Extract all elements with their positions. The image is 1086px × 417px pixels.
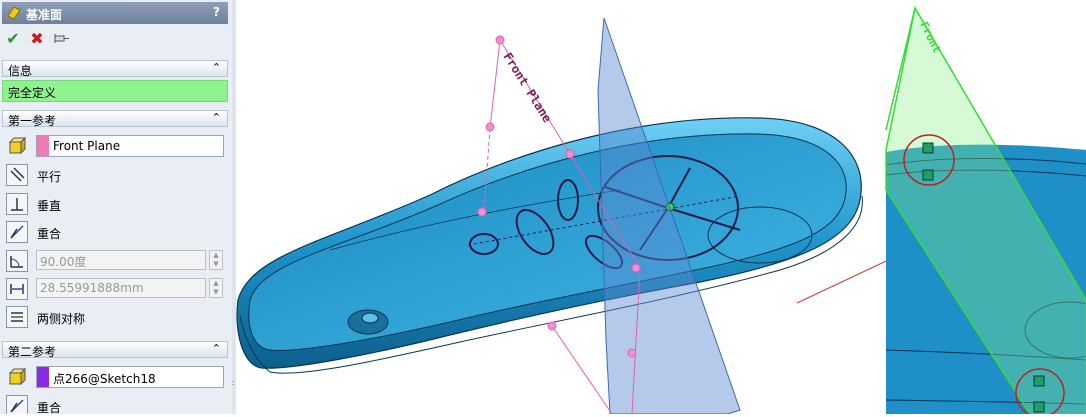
- coincident-icon[interactable]: [6, 395, 28, 414]
- info-section-header[interactable]: 信息 ⌃: [2, 60, 228, 78]
- pushpin-icon[interactable]: [52, 30, 70, 48]
- distance-icon[interactable]: [6, 278, 28, 300]
- first-ref-color-swatch: [37, 136, 49, 156]
- collapse-icon[interactable]: ⌃: [212, 111, 221, 124]
- second-ref-value: 点266@Sketch18: [53, 372, 156, 386]
- collapse-icon[interactable]: ⌃: [212, 61, 221, 74]
- first-ref-value: Front Plane: [53, 139, 121, 153]
- status-message-text: 完全定义: [8, 86, 57, 100]
- distance-spinner[interactable]: ▲ ▼: [209, 278, 223, 298]
- second-ref-header-label: 第二参考: [8, 345, 57, 359]
- face-selection-icon: [6, 366, 28, 388]
- second-ref-section-header[interactable]: 第二参考 ⌃: [2, 341, 228, 359]
- svg-text::: :: [232, 378, 235, 387]
- perpendicular-icon[interactable]: [6, 193, 28, 215]
- angle-icon[interactable]: [6, 250, 28, 272]
- face-selection-icon: [6, 135, 28, 157]
- front-plane-label: Front Plane: [500, 50, 554, 125]
- coincident-label: 重合: [37, 227, 62, 241]
- coincident-icon[interactable]: [6, 221, 28, 243]
- angle-input[interactable]: 90.00度: [36, 250, 206, 270]
- parallel-label: 平行: [37, 170, 62, 184]
- help-icon[interactable]: ?: [213, 5, 220, 19]
- second-ref-field[interactable]: 点266@Sketch18: [36, 366, 224, 388]
- status-message: 完全定义: [2, 80, 228, 102]
- first-ref-section-header[interactable]: 第一参考 ⌃: [2, 110, 228, 128]
- info-header-label: 信息: [8, 64, 33, 78]
- shoe-sole-model[interactable]: [236, 117, 863, 374]
- cancel-x-icon[interactable]: ✖: [28, 30, 46, 48]
- angle-value: 90.00度: [40, 255, 87, 269]
- panel-title-bar: 基准面 ?: [2, 2, 228, 24]
- plane-feature-icon: [7, 6, 21, 20]
- first-ref-header-label: 第一参考: [8, 114, 57, 128]
- midplane-icon[interactable]: [6, 306, 28, 328]
- midplane-label: 两侧对称: [37, 312, 86, 326]
- property-manager-panel: 基准面 ? ✔ ✖ 信息 ⌃ 完全定义 第一参考 ⌃ Front Plane 平…: [0, 0, 233, 414]
- ok-check-icon[interactable]: ✔: [4, 30, 22, 48]
- zoomed-detail-view: Front: [885, 0, 1086, 414]
- graphics-viewport[interactable]: Front Plane Front: [236, 0, 1086, 414]
- panel-title: 基准面: [26, 8, 63, 22]
- first-ref-field[interactable]: Front Plane: [36, 135, 224, 157]
- angle-spinner[interactable]: ▲ ▼: [209, 250, 223, 270]
- second-ref-color-swatch: [37, 367, 49, 387]
- distance-value: 28.55991888mm: [40, 281, 144, 295]
- parallel-icon[interactable]: [6, 164, 28, 186]
- second-coincident-label: 重合: [37, 401, 62, 414]
- distance-input[interactable]: 28.55991888mm: [36, 278, 206, 298]
- perpendicular-label: 垂直: [37, 199, 62, 213]
- collapse-icon[interactable]: ⌃: [212, 342, 221, 355]
